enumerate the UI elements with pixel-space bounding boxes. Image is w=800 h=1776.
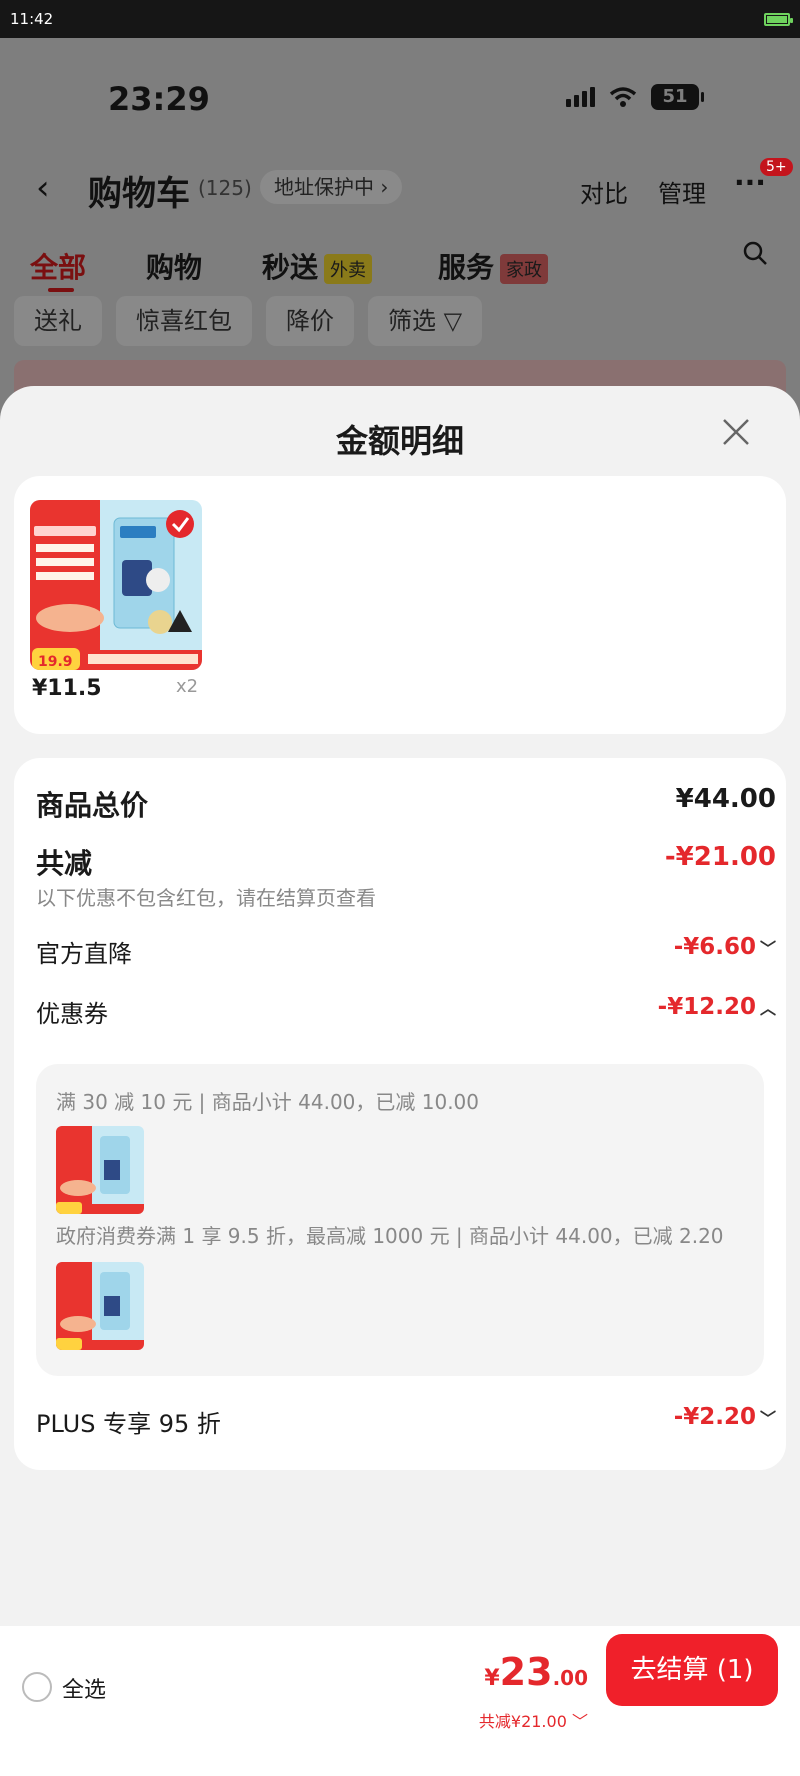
sheet-title: 金额明细 [335, 422, 464, 460]
tab-service-label: 服务 [438, 251, 495, 284]
total-row: 商品总价 ¥44.00 [36, 784, 776, 824]
coupon-product-thumb-1 [56, 1126, 144, 1214]
wifi-icon [609, 86, 637, 108]
total-label: 商品总价 [36, 789, 149, 822]
message-badge: 5+ [760, 158, 793, 176]
tab-shopping[interactable]: 购物 [146, 246, 202, 286]
tab-underline [48, 288, 74, 292]
total-dec: .00 [552, 1666, 588, 1690]
official-label: 官方直降 [36, 940, 132, 968]
chip-gift[interactable]: 送礼 [14, 296, 102, 346]
coupon-line-2: 政府消费券满 1 享 9.5 折，最高减 1000 元 | 商品小计 44.00… [56, 1224, 724, 1248]
official-value-wrap: -¥6.60 ﹀ [674, 934, 776, 960]
coupon-line-1: 满 30 减 10 元 | 商品小计 44.00，已减 10.00 [56, 1090, 480, 1114]
filter-funnel-icon: ▽ [443, 307, 463, 335]
address-protect-pill[interactable]: 地址保护中 › [260, 170, 403, 204]
cart-title: 购物车 [88, 174, 190, 214]
chip-filter-label: 筛选 [388, 307, 436, 335]
housekeeping-tag: 家政 [500, 254, 549, 284]
battery-icon [764, 12, 793, 26]
cart-nav-bar: ‹ 购物车 (125) 地址保护中 › 对比 管理 ··· 5+ [0, 156, 800, 216]
discount-value: -¥21.00 [664, 842, 776, 872]
manage-button[interactable]: 管理 [658, 174, 706, 209]
checkout-button[interactable]: 去结算 (1) [606, 1634, 778, 1706]
chip-price-drop[interactable]: 降价 [266, 296, 354, 346]
select-all-label[interactable]: 全选 [62, 1672, 106, 1704]
select-all-radio[interactable] [22, 1672, 52, 1702]
cart-count: (125) [198, 176, 252, 200]
tab-all[interactable]: 全部 [30, 246, 86, 286]
tab-instant-label: 秒送 [262, 251, 319, 284]
phone-status-icons: 51 [566, 84, 704, 110]
product-image[interactable]: 19.9 [30, 500, 202, 670]
tab-instant[interactable]: 秒送 外卖 [262, 246, 373, 286]
plus-value-wrap: -¥2.20 ﹀ [674, 1404, 776, 1430]
system-time: 11:42 [10, 10, 54, 28]
product-card: 19.9 ¥11.5 x2 [14, 476, 786, 734]
product-unit-price: ¥11.5 [32, 676, 102, 701]
checkout-bar: 全选 ¥23.00 共减¥21.00 ﹀ 去结算 (1) [0, 1626, 800, 1776]
total-int: 23 [499, 1650, 553, 1694]
product-quantity: x2 [176, 676, 199, 697]
cellular-signal-icon [566, 87, 595, 107]
plus-label: PLUS 专享 95 折 [36, 1410, 221, 1438]
total-value: ¥44.00 [675, 784, 776, 814]
chevron-down-icon: ﹀ [759, 1409, 776, 1428]
coupon-value: -¥12.20 [657, 994, 756, 1020]
total-discount-text: 共减¥21.00 [478, 1712, 567, 1731]
phone-time: 23:29 [108, 80, 210, 118]
total-discount-toggle[interactable]: 共减¥21.00 ﹀ [479, 1708, 588, 1732]
filter-chips: 送礼 惊喜红包 降价 筛选 ▽ [14, 296, 483, 346]
total-yen: ¥ [484, 1666, 500, 1691]
discount-row: 共减 -¥21.00 [36, 842, 776, 882]
coupon-row[interactable]: 优惠券 -¥12.20 ︿ [36, 994, 776, 1029]
discount-note: 以下优惠不包含红包，请在结算页查看 [36, 886, 376, 910]
compare-button[interactable]: 对比 [580, 174, 628, 209]
coupon-label: 优惠券 [36, 1000, 108, 1028]
phone-battery-icon: 51 [651, 84, 704, 110]
chevron-up-icon: ︿ [759, 999, 776, 1018]
chevron-down-icon: ﹀ [759, 939, 776, 958]
system-status-bar: 11:42 [0, 0, 800, 38]
plus-discount-row[interactable]: PLUS 专享 95 折 -¥2.20 ﹀ [36, 1404, 776, 1439]
total-price: ¥23.00 [484, 1650, 588, 1694]
image-price-text: 19.9 [38, 654, 73, 670]
chip-red-packet[interactable]: 惊喜红包 [116, 296, 252, 346]
chevron-down-icon: ﹀ [571, 1712, 588, 1731]
price-breakdown-card: 商品总价 ¥44.00 共减 -¥21.00 以下优惠不包含红包，请在结算页查看… [14, 758, 786, 1470]
amount-detail-sheet: 金额明细 19.9 ¥11.5 x2 商品总价 ¥44.00 共减 -¥21.0… [0, 386, 800, 1626]
plus-value: -¥2.20 [673, 1404, 756, 1430]
discount-label: 共减 [36, 847, 93, 880]
close-icon[interactable] [718, 414, 754, 450]
coupon-product-thumb-2 [56, 1262, 144, 1350]
back-icon[interactable]: ‹ [36, 168, 50, 208]
cart-tabs: 全部 购物 秒送 外卖 服务 家政 [0, 236, 800, 294]
official-discount-row[interactable]: 官方直降 -¥6.60 ﹀ [36, 934, 776, 969]
tab-service[interactable]: 服务 家政 [438, 246, 549, 286]
coupon-value-wrap: -¥12.20 ︿ [658, 994, 776, 1020]
official-value: -¥6.60 [673, 934, 756, 960]
coupon-detail-box: 满 30 减 10 元 | 商品小计 44.00，已减 10.00 政府消费券满… [36, 1064, 764, 1376]
chip-filter[interactable]: 筛选 ▽ [368, 296, 483, 346]
search-icon[interactable] [742, 240, 768, 270]
takeout-tag: 外卖 [324, 254, 373, 284]
